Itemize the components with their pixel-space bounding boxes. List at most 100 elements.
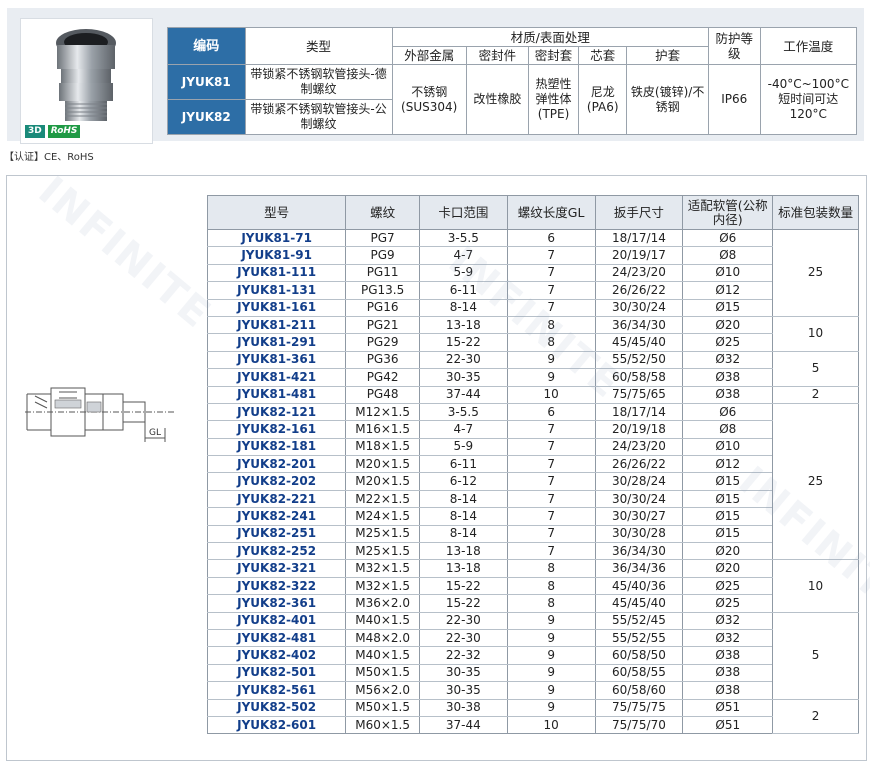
clamp-range-cell: 37-44 [418,716,508,735]
table-row: JYUK82-481 M48×2.0 22-30 9 55/52/55 Ø32 [206,629,859,648]
model-cell: JYUK81-131 [206,281,347,300]
table-row: JYUK82-202 M20×1.5 6-12 7 30/28/24 Ø15 [206,472,859,491]
gl-cell: 8 [506,594,596,613]
thread-cell: PG9 [345,246,420,265]
hose-cell: Ø20 [682,542,774,561]
guard-value: 铁皮(镀锌)/不锈钢 [626,64,709,135]
hose-cell: Ø12 [682,455,774,474]
spec-panel: 3D RoHS 编码 类型 材质/表面处理 防护等级 工作温度 外部金属 密封件… [7,8,864,144]
gl-cell: 7 [506,472,596,491]
gl-cell: 7 [506,438,596,457]
clamp-range-cell: 30-35 [418,681,508,700]
table-row: JYUK82-121 M12×1.5 3-5.5 6 18/17/14 Ø6 25 [206,403,859,561]
model-cell: JYUK81-91 [206,246,347,265]
table-row: JYUK81-421 PG42 30-35 9 60/58/58 Ø38 [206,368,859,387]
wrench-size-cell: 20/19/17 [594,246,684,265]
hose-cell: Ø38 [682,386,774,404]
pack-quantity-cell: 2 [772,699,859,735]
table-row: JYUK81-161 PG16 8-14 7 30/30/24 Ø15 [206,299,859,317]
clamp-range-cell: 22-32 [418,646,508,665]
clamp-range-cell: 6-12 [418,472,508,491]
core-value: 尼龙(PA6) [578,64,628,135]
thread-cell: M40×1.5 [345,646,420,665]
wrench-size-cell: 18/17/14 [594,403,684,422]
hose-cell: Ø15 [682,299,774,317]
certification-note: 【认证】CE、RoHS [4,152,94,163]
table-row: JYUK81-111 PG11 5-9 7 24/23/20 Ø10 [206,264,859,283]
table-row: JYUK82-501 M50×1.5 30-35 9 60/58/55 Ø38 [206,664,859,683]
wrench-size-cell: 36/34/36 [594,559,684,578]
thread-cell: M12×1.5 [345,403,420,422]
seal-value: 改性橡胶 [465,64,529,135]
clamp-range-cell: 37-44 [418,386,508,404]
gl-cell: 8 [506,316,596,335]
wrench-size-cell: 30/28/24 [594,472,684,491]
spec-table: 编码 类型 材质/表面处理 防护等级 工作温度 外部金属 密封件 密封套 芯套 … [167,27,858,135]
temperature-header: 工作温度 [759,27,858,65]
outer-metal-header: 外部金属 [391,46,467,65]
wrench-size-cell: 30/30/24 [594,490,684,509]
table-row: JYUK82-251 M25×1.5 8-14 7 30/30/28 Ø15 [206,525,859,544]
thread-cell: M22×1.5 [345,490,420,509]
clamp-range-cell: 8-14 [418,490,508,509]
gl-cell: 9 [506,368,596,387]
clamp-range-cell: 13-18 [418,542,508,561]
core-header: 芯套 [578,46,628,65]
clamp-range-cell: 8-14 [418,525,508,544]
wrench-size-cell: 30/30/27 [594,507,684,526]
model-header: 型号 [206,195,347,230]
thread-cell: PG7 [345,229,420,248]
hose-cell: Ø15 [682,490,774,509]
wrench-size-cell: 45/45/40 [594,333,684,352]
clamp-range-cell: 13-18 [418,559,508,578]
model-cell: JYUK81-161 [206,299,347,317]
gl-cell: 9 [506,664,596,683]
table-row: JYUK82-561 M56×2.0 30-35 9 60/58/60 Ø38 [206,681,859,700]
pack-quantity-cell: 5 [772,612,859,700]
wrench-size-cell: 26/26/22 [594,455,684,474]
pack-quantity-cell: 10 [772,316,859,352]
table-row: JYUK81-361 PG36 22-30 9 55/52/50 Ø32 5 [206,351,859,387]
model-cell: JYUK82-321 [206,559,347,578]
table-row: JYUK81-291 PG29 15-22 8 45/45/40 Ø25 [206,333,859,352]
model-cell: JYUK81-211 [206,316,347,335]
wrench-size-cell: 20/19/18 [594,420,684,439]
hose-cell: Ø15 [682,525,774,544]
hose-cell: Ø12 [682,281,774,300]
table-row: JYUK82-502 M50×1.5 30-38 9 75/75/75 Ø51 2 [206,699,859,735]
model-table: 型号 螺纹 卡口范围 螺纹长度GL 扳手尺寸 适配软管(公称内径) 标准包装数量… [206,195,859,735]
table-row: JYUK82-401 M40×1.5 22-30 9 55/52/45 Ø32 5 [206,612,859,700]
pack-quantity-cell: 5 [772,351,859,387]
hose-cell: Ø6 [682,403,774,422]
gl-dimension-label: GL [149,428,161,438]
type-cell: 带锁紧不锈钢软管接头-公制螺纹 [244,99,393,135]
gl-cell: 9 [506,351,596,370]
clamp-range-cell: 15-22 [418,577,508,596]
wrench-size-cell: 30/30/28 [594,525,684,544]
table-row: JYUK82-241 M24×1.5 8-14 7 30/30/27 Ø15 [206,507,859,526]
thread-cell: M18×1.5 [345,438,420,457]
gl-cell: 6 [506,229,596,248]
clamp-range-cell: 6-11 [418,455,508,474]
hose-cell: Ø6 [682,229,774,248]
temperature-value: -40°C~100°C 短时间可达120°C [759,64,858,135]
model-cell: JYUK82-402 [206,646,347,665]
model-cell: JYUK82-322 [206,577,347,596]
thread-cell: M24×1.5 [345,507,420,526]
thread-cell: PG11 [345,264,420,283]
wrench-size-cell: 55/52/50 [594,351,684,370]
model-cell: JYUK82-252 [206,542,347,561]
hose-cell: Ø25 [682,577,774,596]
table-row: JYUK82-361 M36×2.0 15-22 8 45/45/40 Ø25 [206,594,859,613]
thread-cell: M25×1.5 [345,542,420,561]
gl-cell: 7 [506,264,596,283]
hose-cell: Ø20 [682,559,774,578]
hose-cell: Ø32 [682,351,774,370]
gl-cell: 8 [506,577,596,596]
wrench-size-cell: 26/26/22 [594,281,684,300]
table-row: JYUK81-71 PG7 3-5.5 6 18/17/14 Ø6 25 [206,229,859,317]
gl-cell: 7 [506,525,596,544]
hose-cell: Ø8 [682,420,774,439]
table-row: JYUK82-181 M18×1.5 5-9 7 24/23/20 Ø10 [206,438,859,457]
connector-product-image [56,29,116,121]
